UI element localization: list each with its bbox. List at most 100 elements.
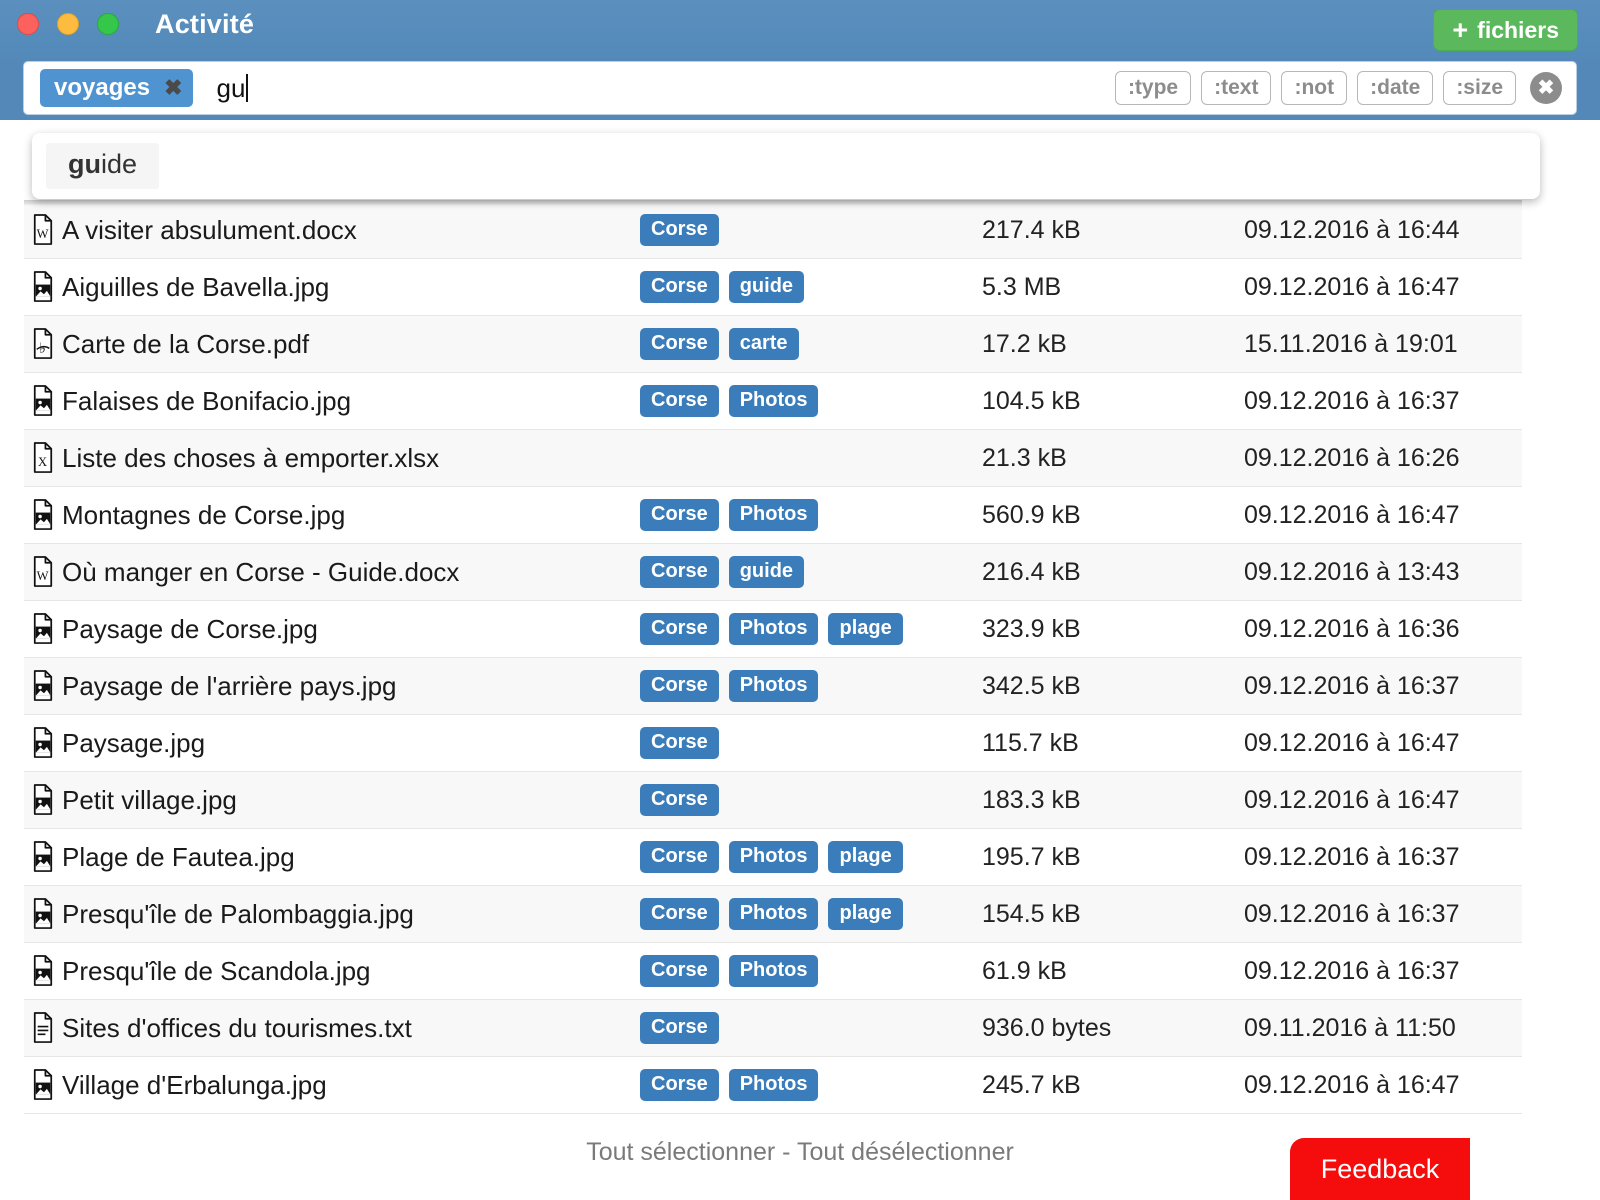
file-date: 09.12.2016 à 16:37 xyxy=(1244,672,1514,701)
tag-badge[interactable]: Corse xyxy=(640,955,719,987)
tag-badge[interactable]: Corse xyxy=(640,214,719,246)
file-row[interactable]: Falaises de Bonifacio.jpgCorsePhotos104.… xyxy=(24,373,1522,430)
tag-badge[interactable]: Photos xyxy=(729,385,819,417)
app-window: Activité + fichiers voyages ✖ gu :type :… xyxy=(0,0,1600,1200)
tag-badge[interactable]: plage xyxy=(828,898,902,930)
file-row[interactable]: Paysage de Corse.jpgCorsePhotosplage323.… xyxy=(24,601,1522,658)
file-name: A visiter absulument.docx xyxy=(62,215,640,246)
file-size: 154.5 kB xyxy=(982,900,1244,929)
tag-badge[interactable]: Corse xyxy=(640,385,719,417)
tag-badge[interactable]: Photos xyxy=(729,841,819,873)
file-date: 09.12.2016 à 16:37 xyxy=(1244,387,1514,416)
filter-token-type[interactable]: :type xyxy=(1115,71,1191,105)
file-name: Carte de la Corse.pdf xyxy=(62,329,640,360)
selection-separator: - xyxy=(775,1138,797,1166)
file-row[interactable]: Sites d'offices du tourismes.txtCorse936… xyxy=(24,1000,1522,1057)
tag-badge[interactable]: guide xyxy=(729,271,804,303)
tag-badge[interactable]: Corse xyxy=(640,670,719,702)
autocomplete-item-guide[interactable]: guide xyxy=(46,143,159,189)
file-row[interactable]: XListe des choses à emporter.xlsx21.3 kB… xyxy=(24,430,1522,487)
word-file-icon: W xyxy=(24,556,62,588)
search-token-voyages[interactable]: voyages ✖ xyxy=(40,69,193,107)
file-row[interactable]: Petit village.jpgCorse183.3 kB09.12.2016… xyxy=(24,772,1522,829)
tag-badge[interactable]: Corse xyxy=(640,556,719,588)
image-file-icon xyxy=(24,670,62,702)
file-row[interactable]: Presqu'île de Palombaggia.jpgCorsePhotos… xyxy=(24,886,1522,943)
file-tags: Corse carte xyxy=(640,328,982,360)
search-query-text: gu xyxy=(217,73,249,104)
file-size: 5.3 MB xyxy=(982,273,1244,302)
filter-token-text[interactable]: :text xyxy=(1201,71,1271,105)
add-files-label: fichiers xyxy=(1477,19,1559,42)
file-size: 17.2 kB xyxy=(982,330,1244,359)
minimize-window-button[interactable] xyxy=(57,13,79,35)
image-file-icon xyxy=(24,841,62,873)
file-date: 09.12.2016 à 16:37 xyxy=(1244,843,1514,872)
tag-badge[interactable]: plage xyxy=(828,613,902,645)
file-row[interactable]: W Où manger en Corse - Guide.docxCorse gui… xyxy=(24,544,1522,601)
deselect-all-link[interactable]: Tout désélectionner xyxy=(797,1138,1014,1166)
search-input[interactable]: voyages ✖ gu :type :text :not :date :siz… xyxy=(24,62,1576,114)
tag-badge[interactable]: guide xyxy=(729,556,804,588)
file-row[interactable]: Plage de Fautea.jpgCorsePhotosplage195.7… xyxy=(24,829,1522,886)
select-all-link[interactable]: Tout sélectionner xyxy=(586,1138,775,1166)
tag-badge[interactable]: carte xyxy=(729,328,799,360)
file-row[interactable]: Presqu'île de Scandola.jpgCorsePhotos61.… xyxy=(24,943,1522,1000)
search-bar-area: voyages ✖ gu :type :text :not :date :siz… xyxy=(0,58,1600,120)
tag-badge[interactable]: Corse xyxy=(640,784,719,816)
tag-badge[interactable]: Corse xyxy=(640,328,719,360)
text-caret xyxy=(246,74,248,102)
filter-token-size[interactable]: :size xyxy=(1443,71,1516,105)
tag-badge[interactable]: Corse xyxy=(640,898,719,930)
tag-badge[interactable]: Photos xyxy=(729,613,819,645)
tag-badge[interactable]: Corse xyxy=(640,727,719,759)
file-row[interactable]: WA visiter absulument.docxCorse217.4 kB0… xyxy=(24,202,1522,259)
file-size: 61.9 kB xyxy=(982,957,1244,986)
file-name: Liste des choses à emporter.xlsx xyxy=(62,443,640,474)
file-row[interactable]: Paysage.jpgCorse115.7 kB09.12.2016 à 16:… xyxy=(24,715,1522,772)
word-file-icon: W xyxy=(24,214,62,246)
file-row[interactable]: ♭Carte de la Corse.pdfCorsecarte17.2 kB1… xyxy=(24,316,1522,373)
tag-badge[interactable]: Photos xyxy=(729,499,819,531)
close-window-button[interactable] xyxy=(17,13,39,35)
file-name: Où manger en Corse - Guide.docx xyxy=(62,557,640,588)
clear-search-icon[interactable]: ✖ xyxy=(1530,72,1562,104)
zoom-window-button[interactable] xyxy=(97,13,119,35)
file-row[interactable]: Montagnes de Corse.jpgCorsePhotos560.9 k… xyxy=(24,487,1522,544)
tag-badge[interactable]: Photos xyxy=(729,670,819,702)
file-date: 09.12.2016 à 16:26 xyxy=(1244,444,1514,473)
add-files-button[interactable]: + fichiers xyxy=(1433,9,1578,51)
svg-text:W: W xyxy=(37,569,49,583)
file-row[interactable]: Paysage de l'arrière pays.jpgCorse Photos… xyxy=(24,658,1522,715)
tag-badge[interactable]: plage xyxy=(828,841,902,873)
tag-badge[interactable]: Photos xyxy=(729,898,819,930)
file-name: Paysage de l'arrière pays.jpg xyxy=(62,671,640,702)
tag-badge[interactable]: Corse xyxy=(640,271,719,303)
window-controls xyxy=(17,13,119,35)
file-size: 183.3 kB xyxy=(982,786,1244,815)
file-row[interactable]: Village d'Erbalunga.jpgCorsePhotos245.7 … xyxy=(24,1057,1522,1114)
file-tags: Corse Photos xyxy=(640,385,982,417)
tag-badge[interactable]: Photos xyxy=(729,1069,819,1101)
tag-badge[interactable]: Corse xyxy=(640,499,719,531)
filter-token-not[interactable]: :not xyxy=(1281,71,1347,105)
filter-token-date[interactable]: :date xyxy=(1357,71,1433,105)
tag-badge[interactable]: Corse xyxy=(640,1012,719,1044)
file-tags: Corse xyxy=(640,784,982,816)
tag-badge[interactable]: Corse xyxy=(640,613,719,645)
image-file-icon xyxy=(24,955,62,987)
remove-token-icon[interactable]: ✖ xyxy=(164,77,182,99)
feedback-button[interactable]: Feedback xyxy=(1290,1138,1470,1200)
autocomplete-match-prefix: gu xyxy=(68,149,101,179)
tag-badge[interactable]: Corse xyxy=(640,841,719,873)
text-file-icon xyxy=(24,1012,62,1044)
search-query-value: gu xyxy=(217,73,246,103)
file-tags: Corse Photos plage xyxy=(640,898,982,930)
tag-badge[interactable]: Photos xyxy=(729,955,819,987)
file-tags: Corse Photos xyxy=(640,955,982,987)
file-name: Montagnes de Corse.jpg xyxy=(62,500,640,531)
file-name: Petit village.jpg xyxy=(62,785,640,816)
file-date: 09.12.2016 à 16:37 xyxy=(1244,900,1514,929)
tag-badge[interactable]: Corse xyxy=(640,1069,719,1101)
file-row[interactable]: Aiguilles de Bavella.jpgCorseguide5.3 MB… xyxy=(24,259,1522,316)
